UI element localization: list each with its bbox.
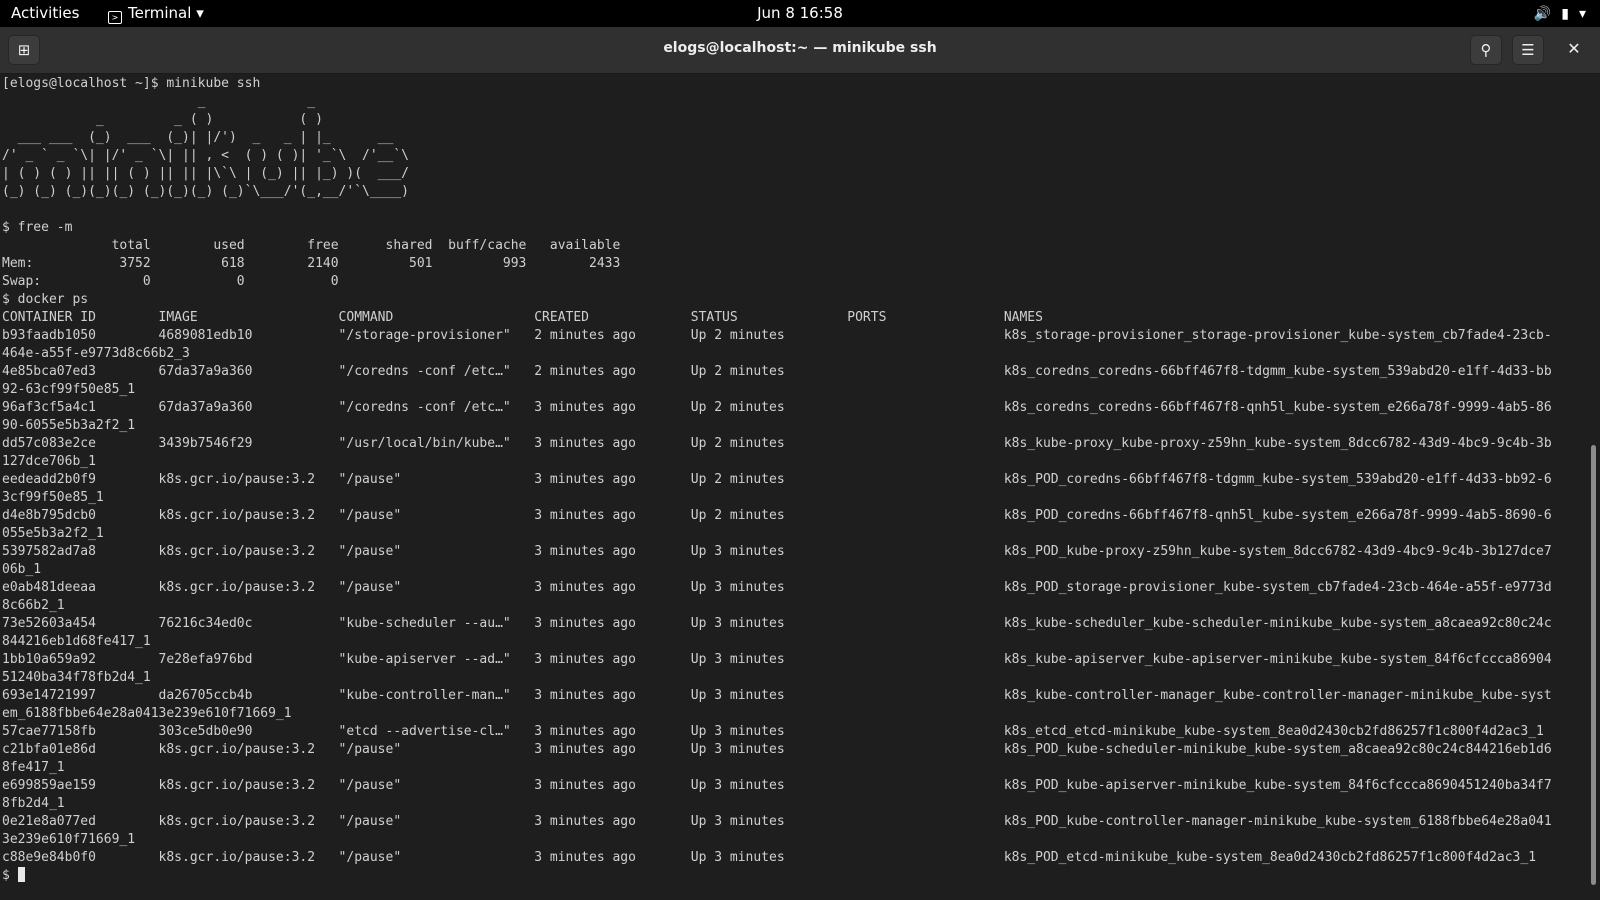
scrollbar[interactable]: [1591, 445, 1596, 885]
terminal-line: Mem: 3752 618 2140 501 993 2433: [2, 256, 621, 271]
prompt: $: [2, 868, 18, 883]
clock[interactable]: Jun 8 16:58: [0, 0, 1600, 27]
menu-button[interactable]: ☰: [1512, 35, 1544, 65]
terminal-line: 92-63cf99f50e85_1: [2, 382, 136, 397]
terminal-line: 4e85bca07ed3 67da37a9a360 "/coredns -con…: [2, 364, 1552, 379]
terminal-line: 3e239e610f71669_1: [2, 832, 136, 847]
hamburger-icon: ☰: [1521, 41, 1535, 59]
terminal-line: 73e52603a454 76216c34ed0c "kube-schedule…: [2, 616, 1552, 631]
window-header: ⊞ elogs@localhost:~ — minikube ssh ⚲ ☰ ✕: [0, 27, 1600, 74]
terminal-line: 3cf99f50e85_1: [2, 490, 104, 505]
search-icon: ⚲: [1480, 41, 1492, 59]
terminal-line: 51240ba34f78fb2d4_1: [2, 670, 151, 685]
terminal-line: 06b_1: [2, 562, 42, 577]
terminal-line: dd57c083e2ce 3439b7546f29 "/usr/local/bi…: [2, 436, 1552, 451]
terminal-line: 8c66b2_1: [2, 598, 65, 613]
terminal-line: 8fe417_1: [2, 760, 65, 775]
terminal-line: 96af3cf5a4c1 67da37a9a360 "/coredns -con…: [2, 400, 1552, 415]
terminal-line: d4e8b795dcb0 k8s.gcr.io/pause:3.2 "/paus…: [2, 508, 1552, 523]
search-button[interactable]: ⚲: [1470, 35, 1502, 65]
terminal-line: 90-6055e5b3a2f2_1: [2, 418, 136, 433]
terminal-line: b93faadb1050 4689081edb10 "/storage-prov…: [2, 328, 1552, 343]
terminal-output[interactable]: [elogs@localhost ~]$ minikube ssh _ _ _ …: [2, 75, 1588, 900]
terminal-line: [elogs@localhost ~]$ minikube ssh: [2, 76, 261, 91]
terminal-line: (_) (_) (_)(_)(_) (_)(_)(_) (_)`\___/'(_…: [2, 184, 409, 199]
top-bar: Activities > Terminal ▾ Jun 8 16:58 🔊 ▮ ▾: [0, 0, 1600, 27]
terminal-line: Swap: 0 0 0: [2, 274, 339, 289]
window-title: elogs@localhost:~ — minikube ssh: [663, 40, 937, 56]
terminal-line: 8fb2d4_1: [2, 796, 65, 811]
terminal-line: c21bfa01e86d k8s.gcr.io/pause:3.2 "/paus…: [2, 742, 1552, 757]
terminal-line: 464e-a55f-e9773d8c66b2_3: [2, 346, 190, 361]
terminal-line: $ docker ps: [2, 292, 89, 307]
chevron-down-icon: ▾: [1578, 6, 1586, 22]
volume-icon: 🔊: [1533, 6, 1552, 22]
terminal-line: /' _ ` _ `\| |/' _ `\| || , < ( ) ( )| '…: [2, 148, 409, 163]
terminal-line: eedeadd2b0f9 k8s.gcr.io/pause:3.2 "/paus…: [2, 472, 1552, 487]
terminal-line: 055e5b3a2f2_1: [2, 526, 104, 541]
prompt-line[interactable]: $: [2, 867, 1588, 885]
terminal-line: c88e9e84b0f0 k8s.gcr.io/pause:3.2 "/paus…: [2, 850, 1537, 865]
terminal-line: 127dce706b_1: [2, 454, 96, 469]
terminal-line: e699859ae159 k8s.gcr.io/pause:3.2 "/paus…: [2, 778, 1552, 793]
terminal-line: 5397582ad7a8 k8s.gcr.io/pause:3.2 "/paus…: [2, 544, 1552, 559]
terminal-line: CONTAINER ID IMAGE COMMAND CREATED STATU…: [2, 310, 1043, 325]
system-tray[interactable]: 🔊 ▮ ▾: [1524, 0, 1586, 27]
battery-icon: ▮: [1561, 6, 1569, 22]
text-cursor: [17, 867, 25, 882]
terminal-line: 1bb10a659a92 7e28efa976bd "kube-apiserve…: [2, 652, 1552, 667]
close-icon: ✕: [1567, 39, 1581, 58]
terminal-line: 57cae77158fb 303ce5db0e90 "etcd --advert…: [2, 724, 1544, 739]
terminal-line: total used free shared buff/cache availa…: [2, 238, 621, 253]
terminal-line: _ _ ( ) ( ): [2, 112, 323, 127]
close-button[interactable]: ✕: [1558, 35, 1590, 65]
terminal-line: 693e14721997 da26705ccb4b "kube-controll…: [2, 688, 1552, 703]
terminal-line: | ( ) ( ) || || ( ) || || |\`\ | (_) || …: [2, 166, 409, 181]
terminal-line: _ _: [2, 94, 316, 109]
terminal-line: $ free -m: [2, 220, 73, 235]
terminal-line: e0ab481deeaa k8s.gcr.io/pause:3.2 "/paus…: [2, 580, 1552, 595]
terminal-line: ___ ___ (_) ___ (_)| |/') _ _ | |_ __: [2, 130, 394, 145]
terminal-line: 844216eb1d68fe417_1: [2, 634, 151, 649]
terminal-line: em_6188fbbe64e28a0413e239e610f71669_1: [2, 706, 292, 721]
terminal-line: 0e21e8a077ed k8s.gcr.io/pause:3.2 "/paus…: [2, 814, 1552, 829]
